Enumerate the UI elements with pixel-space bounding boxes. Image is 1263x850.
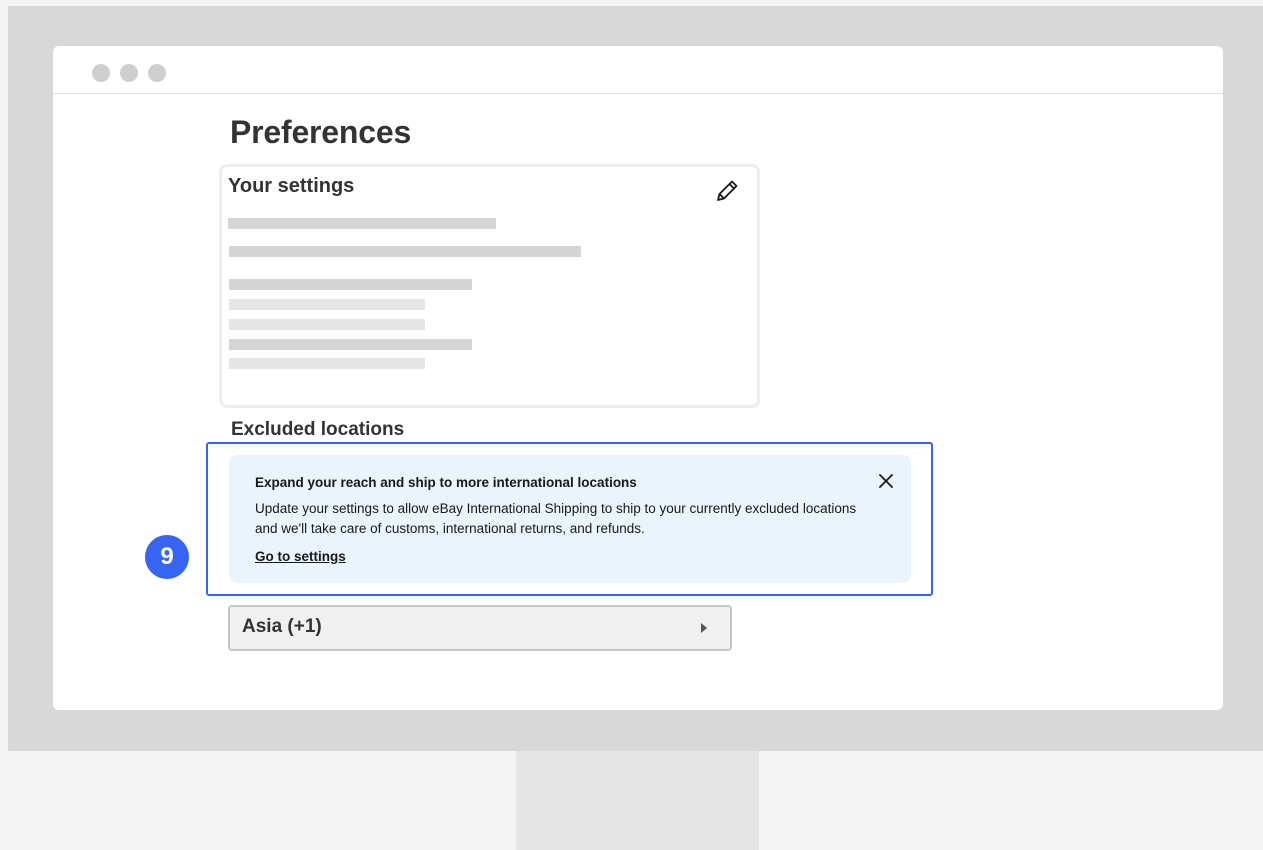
placeholder-bar (228, 218, 496, 229)
browser-window: Preferences Your settings Excluded locat… (53, 46, 1223, 710)
region-label: Asia (+1) (242, 616, 322, 637)
placeholder-bar (229, 339, 472, 350)
settings-card-title: Your settings (228, 175, 355, 197)
window-titlebar (53, 46, 1223, 94)
monitor-stand (516, 751, 759, 850)
excluded-locations-heading: Excluded locations (231, 419, 405, 440)
page-title: Preferences (230, 114, 412, 150)
shipping-notice: Expand your reach and ship to more inter… (229, 455, 911, 583)
settings-card: Your settings (219, 164, 760, 408)
placeholder-bar (229, 319, 425, 330)
notice-title: Expand your reach and ship to more inter… (255, 475, 637, 490)
notice-body: Update your settings to allow eBay Inter… (255, 501, 857, 536)
close-icon[interactable] (876, 471, 896, 491)
placeholder-bar (229, 279, 472, 290)
window-dot-icon (92, 64, 110, 82)
chevron-right-icon (696, 620, 712, 636)
window-dot-icon (120, 64, 138, 82)
pencil-icon[interactable] (713, 177, 741, 205)
region-row-asia[interactable]: Asia (+1) (228, 605, 732, 651)
placeholder-bar (229, 299, 425, 310)
window-dot-icon (148, 64, 166, 82)
placeholder-bar (229, 246, 581, 257)
callout-badge: 9 (145, 535, 189, 579)
go-to-settings-link[interactable]: Go to settings (255, 549, 346, 564)
placeholder-bar (229, 358, 425, 369)
